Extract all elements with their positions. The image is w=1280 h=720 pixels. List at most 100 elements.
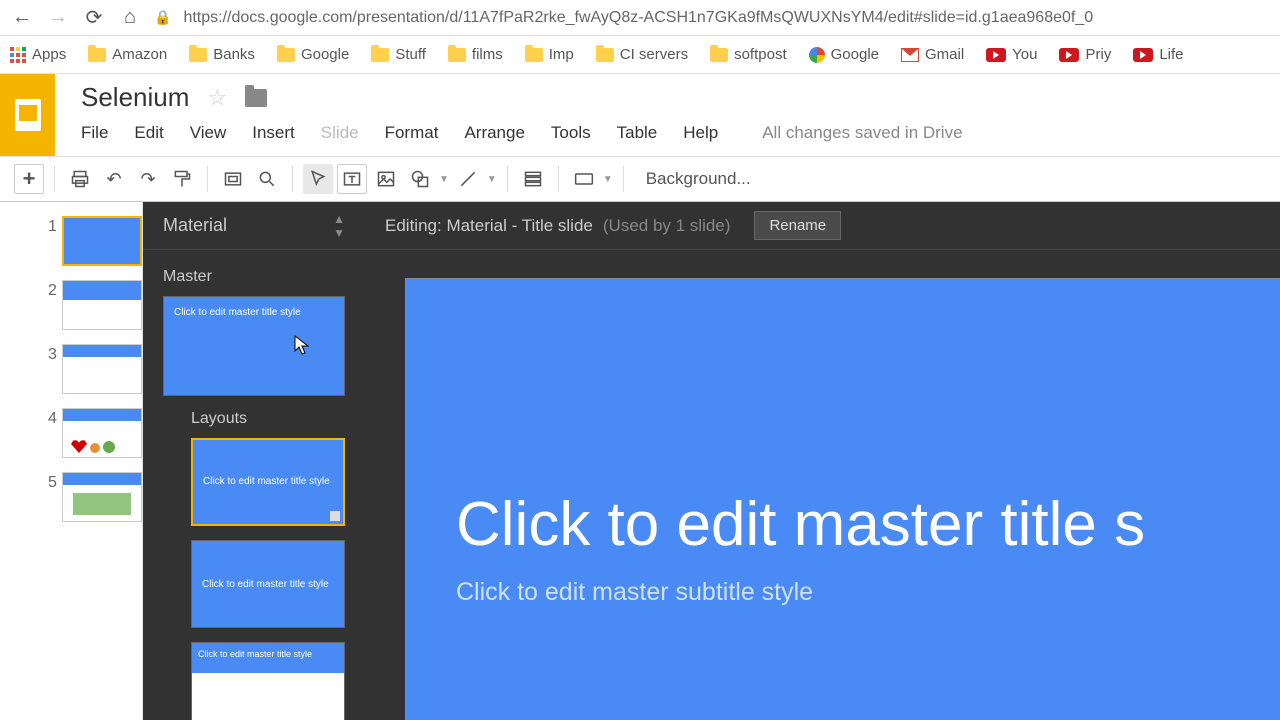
shape-tool[interactable] bbox=[405, 164, 435, 194]
layout-title-body[interactable]: Click to edit master title style bbox=[191, 642, 345, 720]
menu-help[interactable]: Help bbox=[683, 123, 718, 143]
folder-icon bbox=[189, 48, 207, 62]
menu-format[interactable]: Format bbox=[385, 123, 439, 143]
slide-panel: 1 2 3 4 5 bbox=[0, 202, 143, 720]
caret-icon: ▲▼ bbox=[333, 212, 345, 240]
keyboard-icon bbox=[574, 169, 594, 189]
bookmark-banks[interactable]: Banks bbox=[189, 46, 255, 63]
zoom-button[interactable] bbox=[252, 164, 282, 194]
canvas-area[interactable]: Click to edit master title s Click to ed… bbox=[365, 250, 1280, 720]
bookmark-imp[interactable]: Imp bbox=[525, 46, 574, 63]
redo-button[interactable]: ↷ bbox=[133, 164, 163, 194]
slide-number: 5 bbox=[48, 474, 57, 492]
slide-number: 1 bbox=[48, 218, 57, 236]
bookmark-amazon[interactable]: Amazon bbox=[88, 46, 167, 63]
master-panel: Material ▲▼ Master Click to edit master … bbox=[143, 202, 365, 720]
menu-edit[interactable]: Edit bbox=[134, 123, 163, 143]
slide-thumb-2[interactable] bbox=[62, 280, 142, 330]
bookmark-you[interactable]: You bbox=[986, 46, 1037, 63]
star-icon[interactable]: ☆ bbox=[207, 85, 227, 111]
zoom-fit-button[interactable] bbox=[218, 164, 248, 194]
layout-section-header[interactable]: Click to edit master title style bbox=[191, 540, 345, 628]
slide-thumb-5[interactable] bbox=[62, 472, 142, 522]
image-tool[interactable] bbox=[371, 164, 401, 194]
workspace: 1 2 3 4 5 Material ▲▼ Master Click to ed… bbox=[0, 202, 1280, 720]
doc-title[interactable]: Selenium bbox=[81, 82, 189, 113]
slide-number: 2 bbox=[48, 282, 57, 300]
placeholder-icon bbox=[523, 169, 543, 189]
bookmark-ci-servers[interactable]: CI servers bbox=[596, 46, 688, 63]
browser-nav-bar: ← → ⟳ ⌂ 🔒 https://docs.google.com/presen… bbox=[0, 0, 1280, 36]
slide-thumb-1[interactable] bbox=[62, 216, 142, 266]
bookmark-gmail[interactable]: Gmail bbox=[901, 46, 964, 63]
print-button[interactable] bbox=[65, 164, 95, 194]
rename-button[interactable]: Rename bbox=[754, 211, 841, 240]
bookmark-life[interactable]: Life bbox=[1133, 46, 1183, 63]
back-button[interactable]: ← bbox=[10, 6, 34, 30]
master-slide-thumb[interactable]: Click to edit master title style bbox=[163, 296, 345, 396]
folder-icon bbox=[710, 48, 728, 62]
slide-thumb-3[interactable] bbox=[62, 344, 142, 394]
master-title-placeholder[interactable]: Click to edit master title s bbox=[456, 489, 1254, 560]
menu-insert[interactable]: Insert bbox=[252, 123, 295, 143]
lock-icon: 🔒 bbox=[154, 9, 171, 26]
menu-arrange[interactable]: Arrange bbox=[464, 123, 524, 143]
zoom-icon bbox=[257, 169, 277, 189]
bookmark-google[interactable]: Google bbox=[809, 46, 879, 63]
slides-logo-icon bbox=[15, 99, 41, 131]
google-icon bbox=[809, 47, 825, 63]
used-by-label: (Used by 1 slide) bbox=[603, 216, 731, 236]
fit-icon bbox=[223, 169, 243, 189]
slide-thumb-4[interactable] bbox=[62, 408, 142, 458]
reload-button[interactable]: ⟳ bbox=[82, 6, 106, 30]
menu-slide[interactable]: Slide bbox=[321, 123, 359, 143]
paint-roller-icon bbox=[172, 169, 192, 189]
bookmark-films[interactable]: films bbox=[448, 46, 503, 63]
canvas-header: Editing: Material - Title slide (Used by… bbox=[365, 202, 1280, 250]
bookmark-priy[interactable]: Priy bbox=[1059, 46, 1111, 63]
layout-placeholder-text: Click to edit master title style bbox=[203, 476, 333, 487]
menu-view[interactable]: View bbox=[190, 123, 227, 143]
folder-icon bbox=[525, 48, 543, 62]
layout-placeholder-text: Click to edit master title style bbox=[198, 649, 312, 659]
textbox-icon bbox=[342, 169, 362, 189]
slide-canvas[interactable]: Click to edit master title s Click to ed… bbox=[405, 278, 1280, 720]
line-tool[interactable] bbox=[453, 164, 483, 194]
layouts-section-label: Layouts bbox=[191, 410, 345, 428]
slides-home[interactable] bbox=[0, 74, 55, 156]
print-icon bbox=[70, 169, 90, 189]
apps-label: Apps bbox=[32, 46, 66, 63]
slide-number: 4 bbox=[48, 410, 57, 428]
folder-icon bbox=[448, 48, 466, 62]
menu-file[interactable]: File bbox=[81, 123, 108, 143]
paint-format-button[interactable] bbox=[167, 164, 197, 194]
master-placeholder-text: Click to edit master title style bbox=[174, 307, 301, 318]
theme-selector[interactable]: Material ▲▼ bbox=[143, 202, 365, 250]
menu-bar: File Edit View Insert Slide Format Arran… bbox=[81, 123, 1280, 143]
home-button[interactable]: ⌂ bbox=[118, 6, 142, 30]
apps-grid-icon bbox=[10, 47, 26, 63]
background-button[interactable]: Background... bbox=[634, 165, 763, 193]
bookmark-google-folder[interactable]: Google bbox=[277, 46, 349, 63]
menu-table[interactable]: Table bbox=[617, 123, 658, 143]
textbox-tool[interactable] bbox=[337, 164, 367, 194]
youtube-icon bbox=[986, 48, 1006, 62]
apps-button[interactable]: Apps bbox=[10, 46, 66, 63]
master-subtitle-placeholder[interactable]: Click to edit master subtitle style bbox=[456, 578, 1254, 607]
new-slide-button[interactable]: + bbox=[14, 164, 44, 194]
url-bar[interactable]: https://docs.google.com/presentation/d/1… bbox=[183, 9, 1270, 27]
bookmark-softpost[interactable]: softpost bbox=[710, 46, 787, 63]
layout-title-slide[interactable]: Click to edit master title style bbox=[191, 438, 345, 526]
select-tool[interactable] bbox=[303, 164, 333, 194]
app-header: Selenium ☆ File Edit View Insert Slide F… bbox=[0, 74, 1280, 156]
undo-button[interactable]: ↶ bbox=[99, 164, 129, 194]
bookmark-stuff[interactable]: Stuff bbox=[371, 46, 426, 63]
keyboard-button[interactable] bbox=[569, 164, 599, 194]
move-folder-icon[interactable] bbox=[245, 89, 267, 107]
cursor-icon bbox=[308, 169, 328, 189]
save-status: All changes saved in Drive bbox=[762, 123, 962, 143]
menu-tools[interactable]: Tools bbox=[551, 123, 591, 143]
canvas-panel: Editing: Material - Title slide (Used by… bbox=[365, 202, 1280, 720]
placeholder-button[interactable] bbox=[518, 164, 548, 194]
forward-button[interactable]: → bbox=[46, 6, 70, 30]
